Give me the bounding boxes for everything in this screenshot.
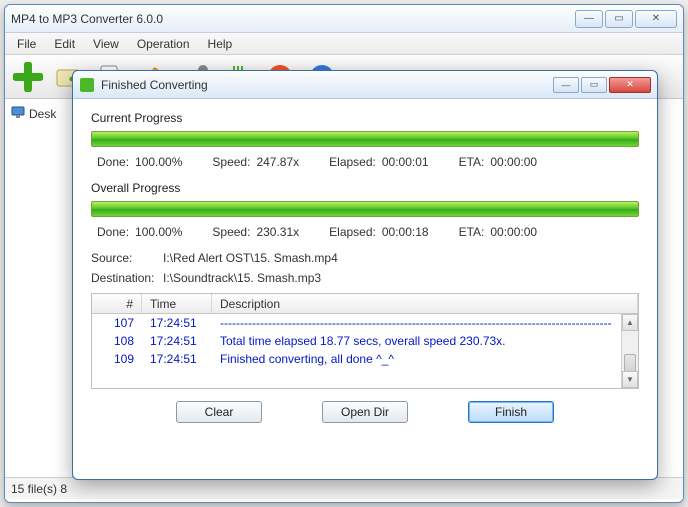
dialog-title: Finished Converting — [101, 78, 553, 92]
app-icon — [79, 77, 95, 93]
log-header: # Time Description — [92, 294, 638, 314]
scroll-down-icon[interactable]: ▼ — [622, 371, 638, 388]
current-speed: 247.87x — [256, 155, 299, 169]
main-titlebar[interactable]: MP4 to MP3 Converter 6.0.0 — ▭ ✕ — [5, 5, 683, 33]
current-elapsed: 00:00:01 — [382, 155, 429, 169]
log-row[interactable]: 10917:24:51Finished converting, all done… — [92, 350, 638, 368]
log-row[interactable]: 10717:24:51-----------------------------… — [92, 314, 638, 332]
status-text: 15 file(s) 8 — [11, 482, 67, 496]
minimize-button[interactable]: — — [575, 10, 603, 28]
source-label: Source: — [91, 251, 163, 265]
overall-speed: 230.31x — [256, 225, 299, 239]
overall-eta: 00:00:00 — [490, 225, 537, 239]
menu-help[interactable]: Help — [200, 35, 241, 53]
add-icon[interactable] — [11, 60, 45, 94]
current-done: 100.00% — [135, 155, 182, 169]
destination-path: I:\Soundtrack\15. Smash.mp3 — [163, 271, 321, 285]
col-time[interactable]: Time — [142, 294, 212, 313]
dialog-titlebar[interactable]: Finished Converting — ▭ ✕ — [73, 71, 657, 99]
clear-button[interactable]: Clear — [176, 401, 262, 423]
sidebar-item-desktop[interactable]: Desk — [9, 103, 68, 124]
menu-operation[interactable]: Operation — [129, 35, 198, 53]
dialog-maximize-button[interactable]: ▭ — [581, 77, 607, 93]
destination-label: Destination: — [91, 271, 163, 285]
log-row[interactable]: 10817:24:51Total time elapsed 18.77 secs… — [92, 332, 638, 350]
sidebar-item-label: Desk — [29, 107, 56, 121]
log-table: # Time Description 10717:24:51----------… — [91, 293, 639, 389]
current-progress-bar — [91, 131, 639, 147]
progress-dialog: Finished Converting — ▭ ✕ Current Progre… — [72, 70, 658, 480]
source-path: I:\Red Alert OST\15. Smash.mp4 — [163, 251, 338, 265]
dialog-close-button[interactable]: ✕ — [609, 77, 651, 93]
main-title: MP4 to MP3 Converter 6.0.0 — [11, 12, 575, 26]
overall-progress-label: Overall Progress — [91, 181, 639, 195]
overall-elapsed: 00:00:18 — [382, 225, 429, 239]
overall-progress-bar — [91, 201, 639, 217]
menu-view[interactable]: View — [85, 35, 127, 53]
menubar: File Edit View Operation Help — [5, 33, 683, 55]
close-button[interactable]: ✕ — [635, 10, 677, 28]
scrollbar[interactable]: ▲ ▼ — [621, 314, 638, 388]
dialog-minimize-button[interactable]: — — [553, 77, 579, 93]
current-stats: Done:100.00% Speed:247.87x Elapsed:00:00… — [91, 155, 639, 169]
menu-edit[interactable]: Edit — [46, 35, 83, 53]
menu-file[interactable]: File — [9, 35, 44, 53]
overall-stats: Done:100.00% Speed:230.31x Elapsed:00:00… — [91, 225, 639, 239]
sidebar: Desk — [5, 99, 73, 477]
maximize-button[interactable]: ▭ — [605, 10, 633, 28]
col-number[interactable]: # — [92, 294, 142, 313]
scroll-up-icon[interactable]: ▲ — [622, 314, 638, 331]
status-bar: 15 file(s) 8 — [5, 477, 683, 499]
monitor-icon — [11, 105, 25, 122]
current-eta: 00:00:00 — [490, 155, 537, 169]
overall-done: 100.00% — [135, 225, 182, 239]
current-progress-label: Current Progress — [91, 111, 639, 125]
open-dir-button[interactable]: Open Dir — [322, 401, 408, 423]
finish-button[interactable]: Finish — [468, 401, 554, 423]
col-description[interactable]: Description — [212, 294, 638, 313]
